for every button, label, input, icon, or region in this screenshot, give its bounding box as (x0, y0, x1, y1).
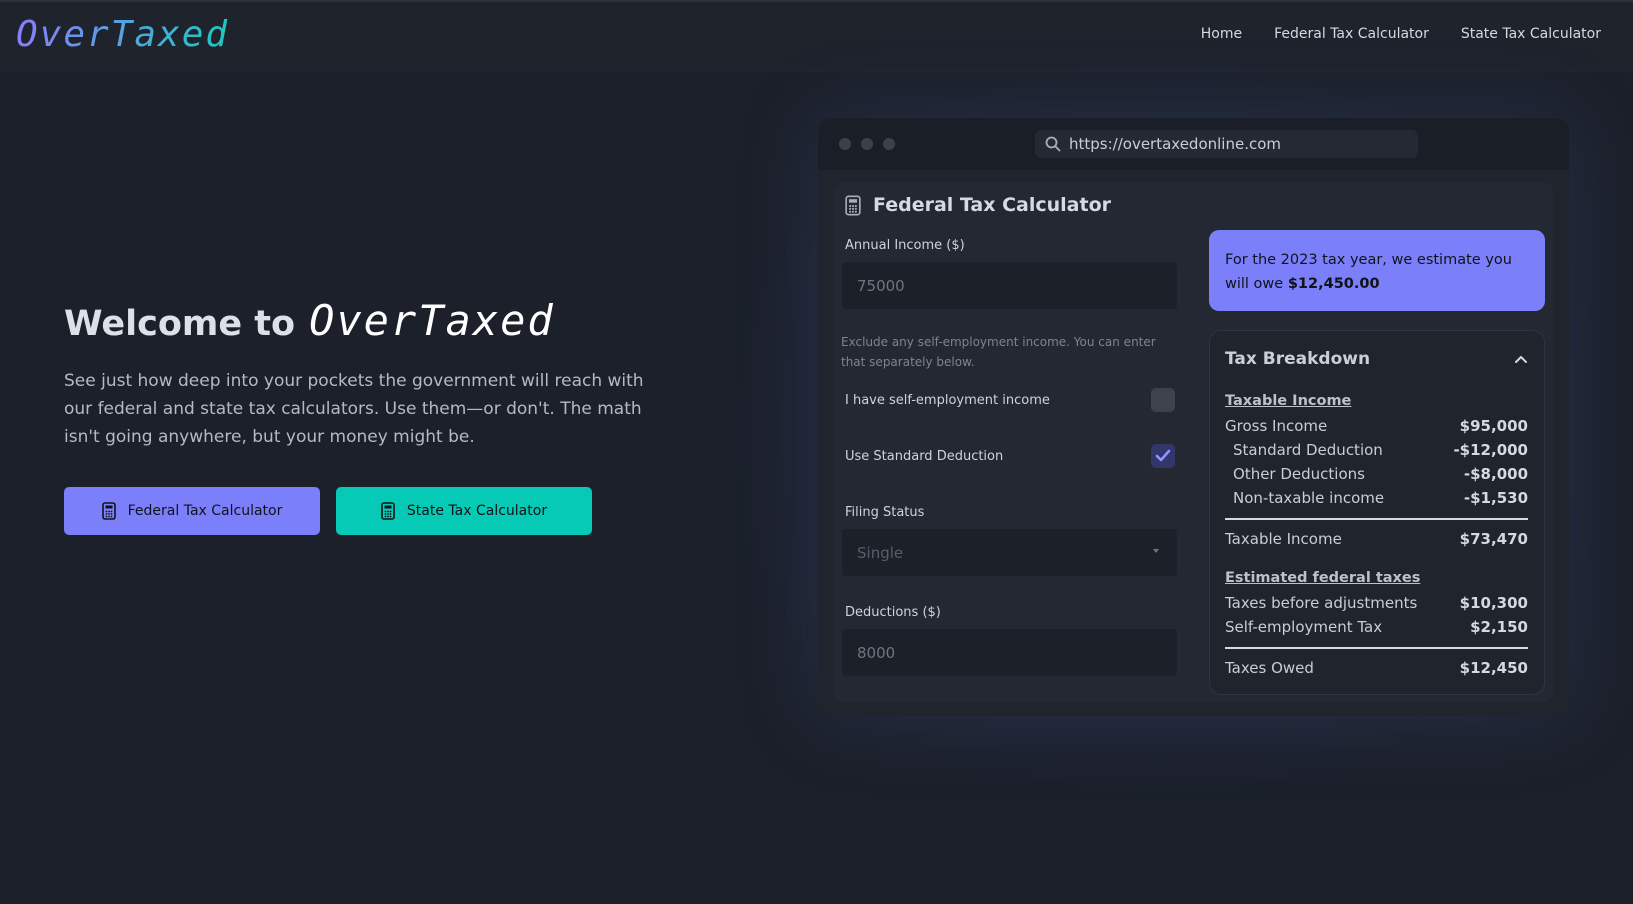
breakdown-row-other-deductions: Other Deductions -$8,000 (1225, 465, 1528, 483)
row-label: Gross Income (1225, 417, 1328, 435)
row-label: Non-taxable income (1233, 489, 1385, 507)
deductions-input[interactable]: 8000 (842, 629, 1177, 676)
browser-bar: https://overtaxedonline.com (818, 118, 1569, 170)
annual-income-label: Annual Income ($) (845, 238, 965, 253)
standard-deduction-label: Use Standard Deduction (845, 448, 1004, 464)
taxable-income-section: Taxable Income (1225, 393, 1352, 409)
breakdown-row-taxable-income: Taxable Income $73,470 (1225, 530, 1528, 548)
estimate-amount: $12,450.00 (1287, 276, 1380, 292)
row-value: $10,300 (1459, 594, 1528, 612)
self-employment-label: I have self-employment income (845, 392, 1050, 408)
divider (1225, 518, 1528, 520)
filing-status-label: Filing Status (845, 505, 925, 520)
breakdown-row-gross-income: Gross Income $95,000 (1225, 417, 1528, 435)
standard-deduction-row: Use Standard Deduction (845, 444, 1175, 468)
row-label: Other Deductions (1233, 465, 1365, 483)
nav-links: Home Federal Tax Calculator State Tax Ca… (1201, 26, 1601, 42)
estimate-card: For the 2023 tax year, we estimate you w… (1209, 230, 1545, 311)
browser-mockup: https://overtaxedonline.com Federal Tax … (818, 118, 1569, 716)
breakdown-title: Tax Breakdown (1225, 349, 1371, 369)
state-calculator-button-label: State Tax Calculator (406, 503, 548, 519)
row-value: -$1,530 (1463, 489, 1528, 507)
federal-calculator-button-label: Federal Tax Calculator (127, 503, 283, 519)
window-dot (883, 138, 895, 150)
hero-title-prefix: Welcome to (64, 304, 296, 344)
breakdown-row-standard-deduction: Standard Deduction -$12,000 (1225, 441, 1528, 459)
hero-title-brand: OverTaxed (309, 296, 555, 345)
hero-title: Welcome to OverTaxed (64, 296, 664, 345)
url-bar[interactable]: https://overtaxedonline.com (1035, 130, 1418, 158)
self-employment-row: I have self-employment income (845, 388, 1175, 412)
filing-status-value: Single (857, 543, 904, 562)
logo[interactable]: OverTaxed (16, 14, 229, 55)
tax-breakdown-card: Tax Breakdown Taxable Income Gross Incom… (1209, 330, 1545, 695)
nav-link-home[interactable]: Home (1201, 26, 1242, 42)
calculator-panel: Federal Tax Calculator Annual Income ($)… (833, 182, 1554, 703)
deductions-label: Deductions ($) (845, 605, 941, 620)
search-icon (1045, 136, 1061, 152)
federal-calculator-button[interactable]: Federal Tax Calculator (64, 487, 320, 535)
hero-buttons: Federal Tax Calculator State Tax Calcula… (64, 487, 664, 535)
breakdown-row-self-employment-tax: Self-employment Tax $2,150 (1225, 618, 1528, 636)
calculator-title: Federal Tax Calculator (845, 194, 1111, 216)
filing-status-select[interactable]: Single (842, 529, 1177, 576)
calculator-icon (101, 502, 116, 520)
calculator-icon (845, 195, 861, 215)
breakdown-row-taxes-before: Taxes before adjustments $10,300 (1225, 594, 1528, 612)
row-value: $12,450 (1459, 659, 1528, 677)
window-dot (839, 138, 851, 150)
row-value: -$12,000 (1453, 441, 1528, 459)
self-employment-checkbox[interactable] (1151, 388, 1175, 412)
url-text: https://overtaxedonline.com (1069, 135, 1282, 153)
state-calculator-button[interactable]: State Tax Calculator (336, 487, 592, 535)
breakdown-row-taxes-owed: Taxes Owed $12,450 (1225, 659, 1528, 677)
checkmark-icon (1155, 449, 1171, 462)
window-dot (861, 138, 873, 150)
standard-deduction-checkbox[interactable] (1151, 444, 1175, 468)
divider (1225, 647, 1528, 649)
hero-section: Welcome to OverTaxed See just how deep i… (64, 296, 664, 535)
chevron-up-icon[interactable] (1514, 355, 1528, 364)
row-value: $2,150 (1470, 618, 1528, 636)
calculator-title-text: Federal Tax Calculator (873, 194, 1112, 216)
breakdown-row-non-taxable: Non-taxable income -$1,530 (1225, 489, 1528, 507)
hero-description: See just how deep into your pockets the … (64, 371, 644, 447)
row-label: Taxes before adjustments (1225, 594, 1418, 612)
row-value: $95,000 (1459, 417, 1528, 435)
row-label: Taxes Owed (1225, 659, 1314, 677)
row-label: Standard Deduction (1233, 441, 1383, 459)
calculator-icon (381, 502, 395, 520)
row-value: $73,470 (1459, 530, 1528, 548)
nav-link-state[interactable]: State Tax Calculator (1461, 26, 1601, 42)
row-label: Self-employment Tax (1225, 618, 1383, 636)
row-label: Taxable Income (1225, 530, 1342, 548)
chevron-down-icon (1153, 549, 1159, 553)
nav-link-federal[interactable]: Federal Tax Calculator (1274, 26, 1429, 42)
row-value: -$8,000 (1463, 465, 1528, 483)
federal-taxes-section: Estimated federal taxes (1225, 570, 1421, 586)
self-employment-hint: Exclude any self-employment income. You … (841, 335, 1156, 369)
annual-income-input[interactable]: 75000 (842, 262, 1177, 309)
